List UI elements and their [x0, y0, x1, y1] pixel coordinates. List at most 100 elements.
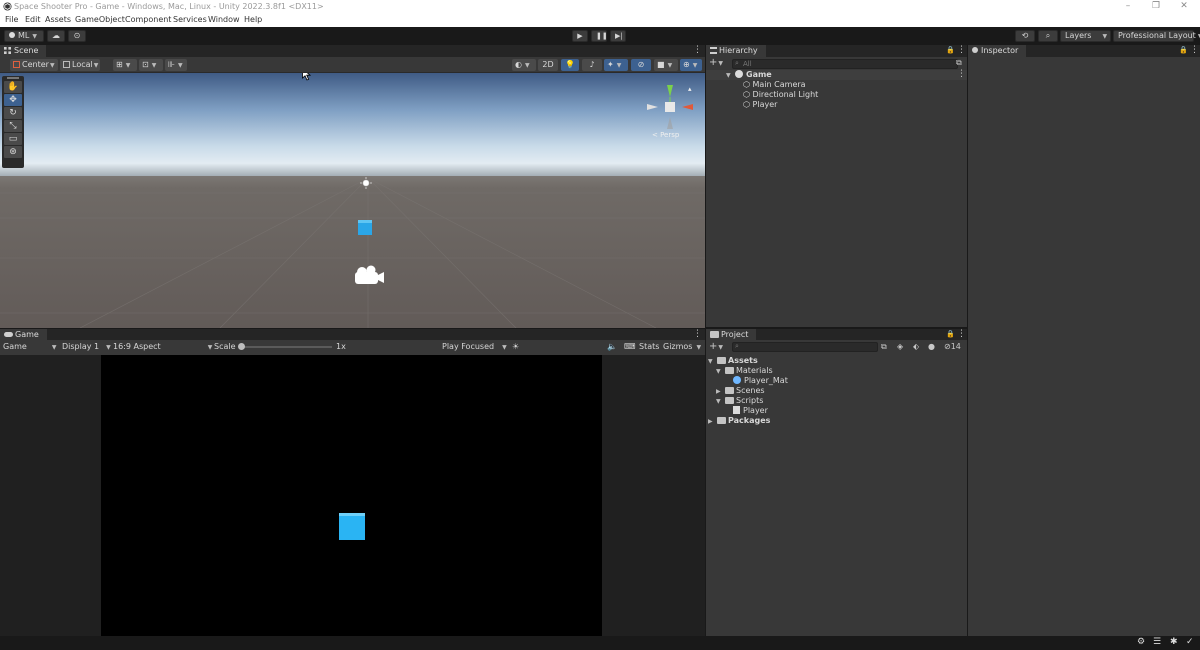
game-render-screen[interactable]	[101, 355, 602, 636]
gizmos-dropdown[interactable]: ⊕ ▼	[680, 59, 702, 71]
hierarchy-search-input[interactable]: ⌕ All	[732, 59, 958, 69]
search-button[interactable]: ⌕	[1038, 30, 1058, 42]
project-folder-packages[interactable]: ▶ Packages	[708, 416, 770, 425]
tab-scene[interactable]: Scene	[0, 45, 47, 57]
project-folder-scripts[interactable]: ▼ Scripts	[716, 396, 763, 405]
lock-icon[interactable]: 🔒	[946, 45, 955, 56]
camera-settings-dropdown[interactable]: ■ ▼	[654, 59, 678, 71]
tab-hierarchy[interactable]: Hierarchy	[706, 45, 766, 57]
project-folder-scenes[interactable]: ▶ Scenes	[716, 386, 765, 395]
account-dropdown[interactable]: ML ▼	[4, 30, 44, 42]
project-search-input[interactable]: ⌕	[732, 342, 878, 352]
gizmos-dropdown[interactable]: Gizmos ▼	[663, 342, 701, 351]
scale-tool-button[interactable]: ⤡	[4, 120, 22, 132]
lock-view-icon[interactable]: ▴	[688, 85, 692, 93]
info-icon[interactable]: ●	[928, 342, 935, 351]
play-button[interactable]: ▶	[572, 30, 588, 42]
project-asset-player-mat[interactable]: Player_Mat	[733, 376, 788, 385]
move-tool-button[interactable]: ✥	[4, 94, 22, 106]
lock-icon[interactable]: 🔒	[1179, 45, 1188, 56]
more-options-icon[interactable]: ⋮	[957, 329, 966, 340]
project-folder-materials[interactable]: ▼ Materials	[716, 366, 773, 375]
vertex-snap-toggle[interactable]: ⊪ ▼	[165, 59, 187, 71]
expand-arrow-icon[interactable]: ▶	[716, 388, 725, 395]
expand-arrow-icon[interactable]: ▼	[708, 358, 717, 365]
step-button[interactable]: ▶|	[610, 30, 626, 42]
create-asset-button[interactable]: +▼	[709, 340, 723, 354]
hand-tool-button[interactable]: ✋	[4, 81, 22, 93]
hierarchy-item-main-camera[interactable]: ⬡ Main Camera	[743, 80, 806, 89]
incremental-snap-toggle[interactable]: ⊡ ▼	[139, 59, 163, 71]
menu-window[interactable]: Window	[208, 15, 240, 24]
hierarchy-scene-row[interactable]: ▼ Game ⋮	[706, 69, 967, 80]
scale-slider[interactable]	[238, 343, 332, 350]
hierarchy-item-directional-light[interactable]: ⬡ Directional Light	[743, 90, 818, 99]
rect-tool-button[interactable]: ▭	[4, 133, 22, 145]
layout-dropdown[interactable]: Professional Layout▼	[1113, 30, 1200, 42]
rotate-tool-button[interactable]: ↻	[4, 107, 22, 119]
pause-button[interactable]: ❚❚	[591, 30, 608, 42]
filter-by-type-icon[interactable]: ◈	[897, 342, 903, 351]
create-add-button[interactable]: +▼	[709, 57, 723, 70]
expand-arrow-icon[interactable]: ▼	[716, 398, 725, 405]
display-dropdown[interactable]: Display 1 ▼	[62, 342, 111, 351]
persp-label[interactable]: < Persp	[652, 131, 679, 139]
project-asset-player-script[interactable]: Player	[733, 406, 768, 415]
keyboard-shortcuts-icon[interactable]: ⌨	[624, 342, 636, 351]
hierarchy-item-player[interactable]: ⬡ Player	[743, 100, 777, 109]
stats-button[interactable]: Stats	[639, 342, 659, 351]
shading-mode-dropdown[interactable]: ◐ ▼	[512, 59, 536, 71]
label-tag-icon[interactable]: ⬖	[913, 342, 919, 351]
lock-icon[interactable]: 🔒	[946, 329, 955, 340]
menu-edit[interactable]: Edit	[25, 15, 41, 24]
maximize-button[interactable]: ❐	[1144, 0, 1168, 14]
expand-arrow-icon[interactable]: ▶	[708, 418, 717, 425]
mute-audio-icon[interactable]: 🔈	[607, 342, 617, 351]
frame-debugger-icon[interactable]: ☀	[512, 342, 519, 351]
close-button[interactable]: ✕	[1172, 0, 1196, 14]
play-mode-dropdown[interactable]: Play Focused ▼	[442, 342, 507, 351]
scene-options-icon[interactable]: ⋮	[957, 69, 966, 79]
undo-history-button[interactable]: ⟲	[1015, 30, 1035, 42]
menu-file[interactable]: File	[5, 15, 18, 24]
lighting-toggle[interactable]: 💡	[561, 59, 579, 71]
collab-button[interactable]: ⊙	[68, 30, 86, 42]
orientation-gizmo[interactable]: ▴ < Persp	[640, 79, 700, 141]
transform-tool-button[interactable]: ⊛	[4, 146, 22, 158]
menu-gameobject[interactable]: GameObject	[75, 15, 125, 24]
layers-dropdown[interactable]: Layers ▼	[1060, 30, 1111, 42]
pivot-center-toggle[interactable]: Center▼	[10, 59, 58, 71]
grid-snapping-toggle[interactable]: ⊞ ▼	[113, 59, 137, 71]
menu-help[interactable]: Help	[244, 15, 262, 24]
more-options-icon[interactable]: ⋮	[1190, 45, 1199, 56]
scene-visibility-toggle[interactable]: ⊘	[631, 59, 651, 71]
search-options-icon[interactable]: ⧉	[956, 58, 962, 68]
expand-arrow-icon[interactable]: ▼	[716, 368, 725, 375]
menu-services[interactable]: Services	[173, 15, 207, 24]
game-view-dropdown[interactable]: Game ▼	[3, 342, 56, 351]
network-icon[interactable]: ⚙	[1137, 637, 1145, 647]
more-options-icon[interactable]: ⋮	[693, 45, 702, 56]
more-options-icon[interactable]: ⋮	[957, 45, 966, 56]
effects-dropdown[interactable]: ✦ ▼	[604, 59, 628, 71]
scale-slider-handle[interactable]	[238, 343, 245, 350]
cache-server-icon[interactable]: ☰	[1153, 637, 1161, 647]
overlay-grip[interactable]	[7, 77, 19, 79]
menu-component[interactable]: Component	[125, 15, 171, 24]
search-by-type-icon[interactable]: ⧉	[881, 342, 887, 352]
expand-arrow-icon[interactable]: ▼	[726, 72, 735, 79]
player-cube[interactable]	[358, 220, 372, 235]
project-folder-assets[interactable]: ▼ Assets	[708, 356, 758, 365]
more-options-icon[interactable]: ⋮	[693, 329, 702, 340]
aspect-dropdown[interactable]: 16:9 Aspect ▼	[113, 342, 212, 351]
bug-report-icon[interactable]: ✱	[1170, 637, 1178, 647]
minimize-button[interactable]: –	[1116, 0, 1140, 14]
settings-check-icon[interactable]: ✓	[1186, 637, 1194, 647]
menu-assets[interactable]: Assets	[45, 15, 71, 24]
2d-mode-toggle[interactable]: 2D	[538, 59, 558, 71]
tab-inspector[interactable]: Inspector	[968, 45, 1027, 57]
space-local-toggle[interactable]: Local▼	[60, 59, 100, 71]
audio-toggle[interactable]: ♪	[582, 59, 602, 71]
hidden-packages-toggle[interactable]: ⊘14	[944, 342, 961, 351]
cloud-button[interactable]: ☁	[47, 30, 65, 42]
